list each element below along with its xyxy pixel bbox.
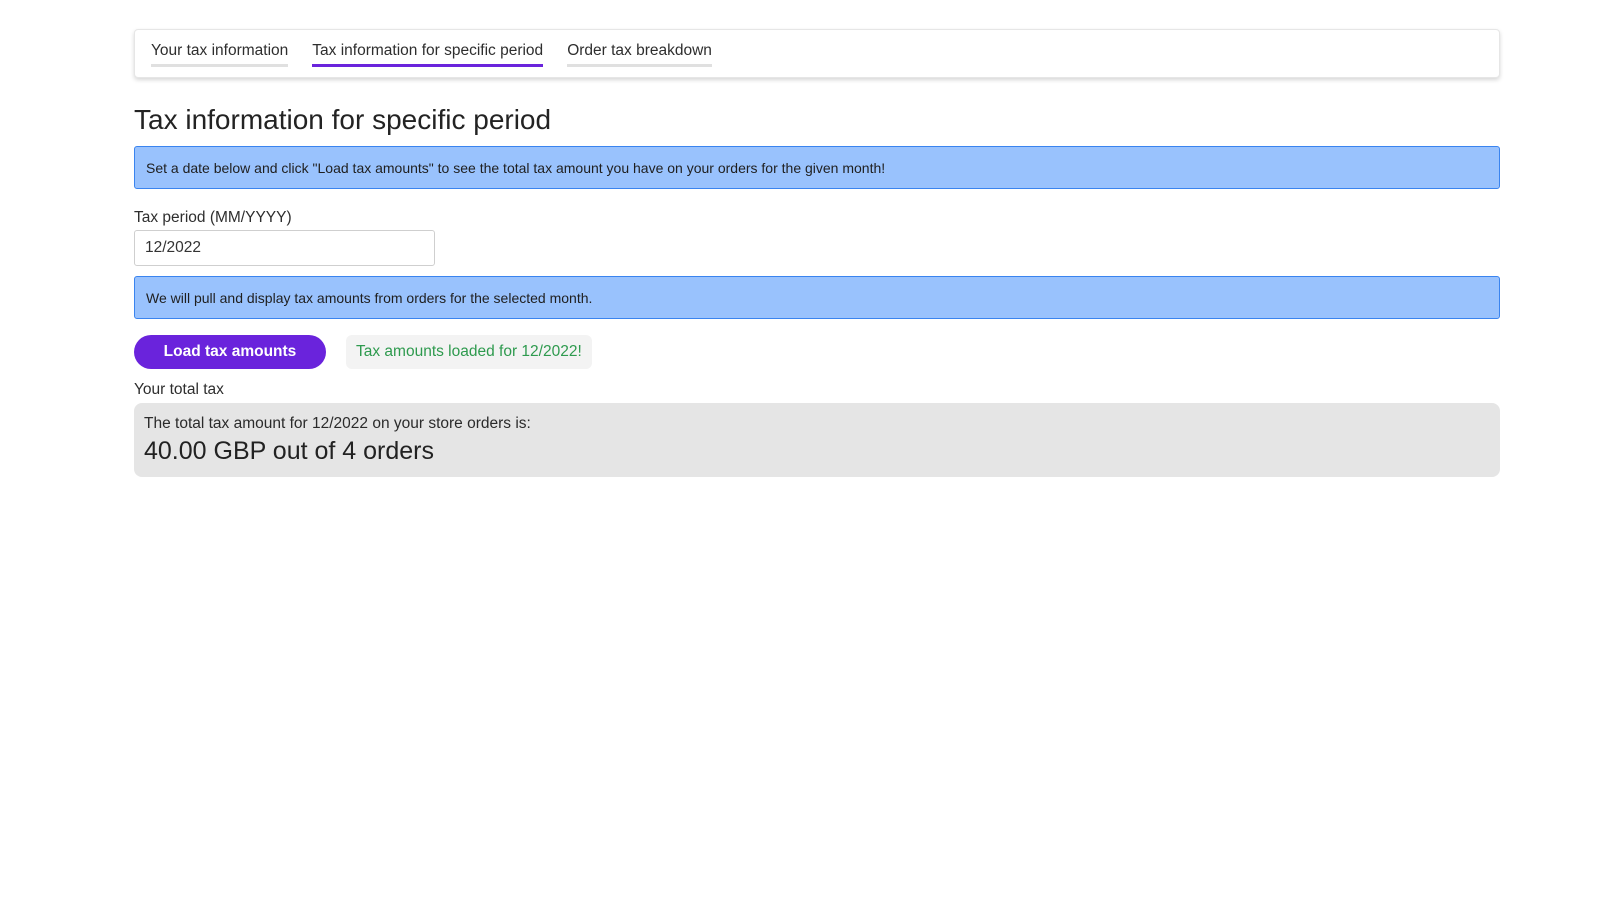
tab-order-tax-breakdown[interactable]: Order tax breakdown [567,42,712,67]
total-tax-amount: 40.00 GBP out of 4 orders [144,437,435,465]
total-tax-box: The total tax amount for 12/2022 on your… [134,403,1500,477]
tab-bar: Your tax information Tax information for… [134,29,1500,78]
tax-period-page: Your tax information Tax information for… [134,29,1500,477]
tab-your-tax-information[interactable]: Your tax information [151,42,289,67]
total-tax-label: Your total tax [134,381,224,398]
page-title: Tax information for specific period [134,104,552,135]
tab-tax-information-specific-period[interactable]: Tax information for specific period [312,42,544,67]
total-tax-description: The total tax amount for 12/2022 on your… [144,415,531,432]
intro-info-banner: Set a date below and click "Load tax amo… [134,146,1500,189]
load-tax-amounts-button[interactable]: Load tax amounts [134,335,326,369]
pull-info-banner: We will pull and display tax amounts fro… [134,276,1500,319]
action-row: Load tax amounts Tax amounts loaded for … [134,335,1500,369]
tax-period-label: Tax period (MM/YYYY) [134,209,292,226]
success-message: Tax amounts loaded for 12/2022! [346,335,592,369]
tax-period-input[interactable] [134,230,435,266]
